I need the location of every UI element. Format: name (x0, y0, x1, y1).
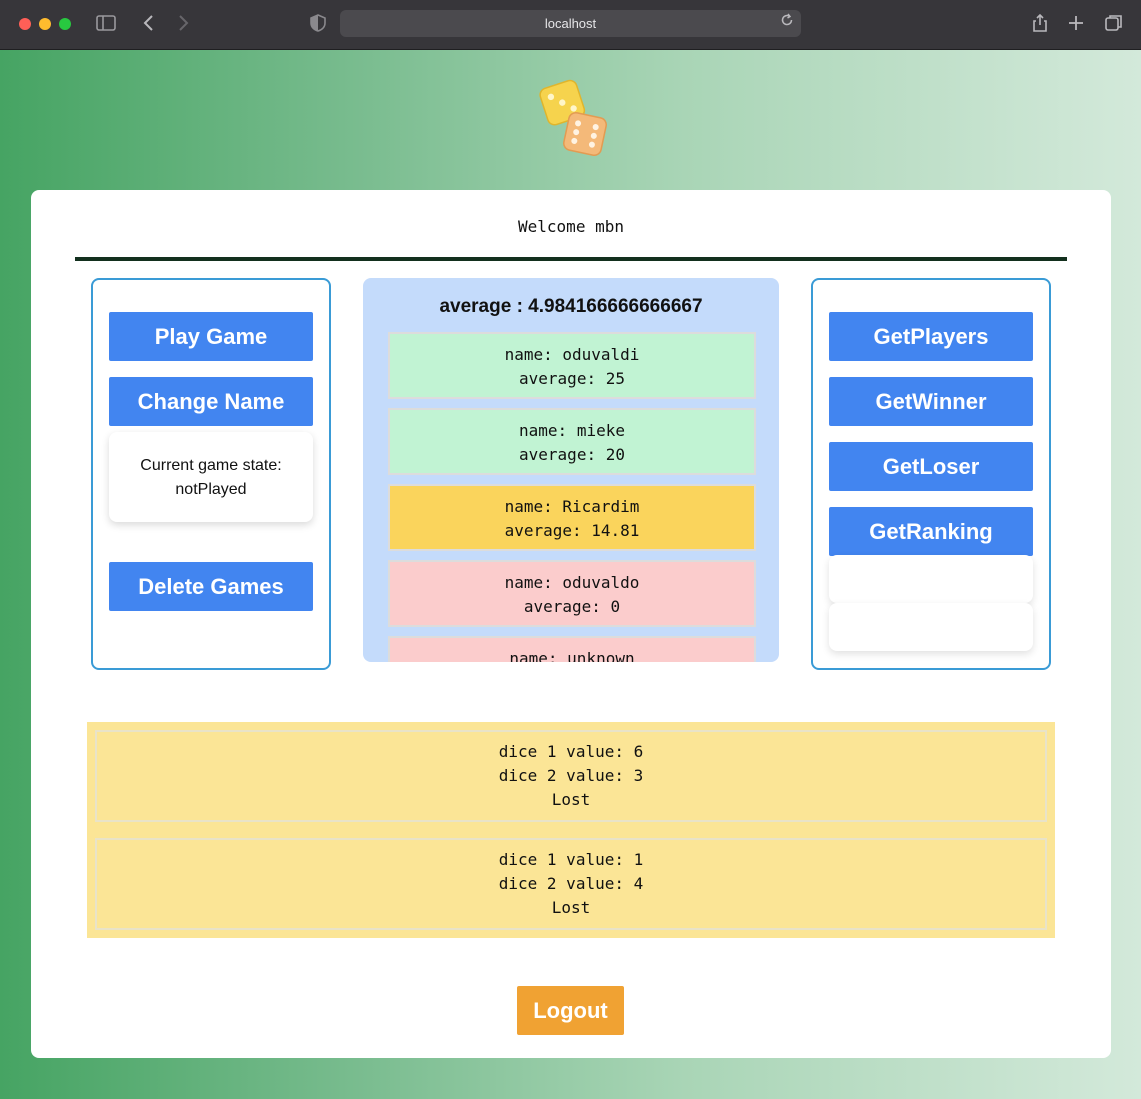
dice-2-value: dice 2 value: 3 (498, 766, 644, 785)
address-bar[interactable]: localhost (340, 10, 801, 37)
play-game-button[interactable]: Play Game (109, 312, 313, 361)
chevron-left-icon[interactable] (137, 12, 161, 36)
plus-icon[interactable] (1064, 12, 1088, 36)
player-average: average: 14.81 (504, 521, 640, 540)
chevron-right-icon[interactable] (171, 12, 195, 36)
game-result: dice 1 value: 1 dice 2 value: 4 Lost (95, 838, 1047, 930)
game-outcome: Lost (551, 898, 591, 917)
average-title: average : 4.984166666666667 (439, 296, 703, 317)
stats-panel: GetPlayers GetWinner GetLoser GetRanking (811, 278, 1051, 670)
dice-1-value: dice 1 value: 1 (498, 850, 644, 869)
minimize-window-button[interactable] (39, 18, 51, 30)
browser-toolbar: localhost (0, 0, 1141, 50)
get-winner-button[interactable]: GetWinner (829, 377, 1033, 426)
url-text: localhost (544, 16, 597, 31)
game-controls-panel: Play Game Change Name Current game state… (91, 278, 331, 670)
divider (75, 257, 1067, 261)
game-results: dice 1 value: 6 dice 2 value: 3 Lost dic… (87, 722, 1055, 938)
player-card: name: oduvaldi average: 25 (388, 332, 756, 399)
empty-result-box (829, 603, 1033, 651)
player-name: name: oduvaldo (504, 573, 640, 592)
close-window-button[interactable] (19, 18, 31, 30)
game-state-value: notPlayed (175, 481, 247, 498)
dice-logo-icon (533, 74, 613, 164)
player-card: name: oduvaldo average: 0 (388, 560, 756, 627)
player-name: name: oduvaldi (504, 345, 640, 364)
game-state-label: Current game state: (140, 457, 282, 474)
page-background: Welcome mbn Play Game Change Name Curren… (0, 50, 1141, 1099)
player-average: average: 0 (523, 597, 621, 616)
sidebar-icon[interactable] (94, 12, 118, 36)
player-average: average: 20 (519, 445, 625, 464)
logout-button[interactable]: Logout (517, 986, 624, 1035)
zoom-window-button[interactable] (59, 18, 71, 30)
share-icon[interactable] (1028, 12, 1052, 36)
main-card: Welcome mbn Play Game Change Name Curren… (31, 190, 1111, 1058)
player-card: name: Ricardim average: 14.81 (388, 484, 756, 551)
get-ranking-button[interactable]: GetRanking (829, 507, 1033, 556)
player-card: name: mieke average: 20 (388, 408, 756, 475)
shield-icon[interactable] (306, 12, 330, 36)
empty-result-box (829, 555, 1033, 603)
player-name: name: mieke (519, 421, 625, 440)
tabs-icon[interactable] (1102, 12, 1126, 36)
welcome-text: Welcome mbn (518, 217, 624, 236)
ranking-panel[interactable]: average : 4.984166666666667 name: oduval… (363, 278, 779, 662)
player-average: average: 25 (519, 369, 625, 388)
dice-2-value: dice 2 value: 4 (498, 874, 644, 893)
get-players-button[interactable]: GetPlayers (829, 312, 1033, 361)
dice-1-value: dice 1 value: 6 (498, 742, 644, 761)
player-name: name: Ricardim (504, 497, 640, 516)
player-card: name: unknown (388, 636, 756, 662)
game-result: dice 1 value: 6 dice 2 value: 3 Lost (95, 730, 1047, 822)
game-state-box: Current game state: notPlayed (109, 432, 313, 522)
change-name-button[interactable]: Change Name (109, 377, 313, 426)
game-outcome: Lost (551, 790, 591, 809)
reload-icon[interactable] (779, 12, 795, 35)
player-name: name: unknown (509, 649, 635, 662)
get-loser-button[interactable]: GetLoser (829, 442, 1033, 491)
delete-games-button[interactable]: Delete Games (109, 562, 313, 611)
